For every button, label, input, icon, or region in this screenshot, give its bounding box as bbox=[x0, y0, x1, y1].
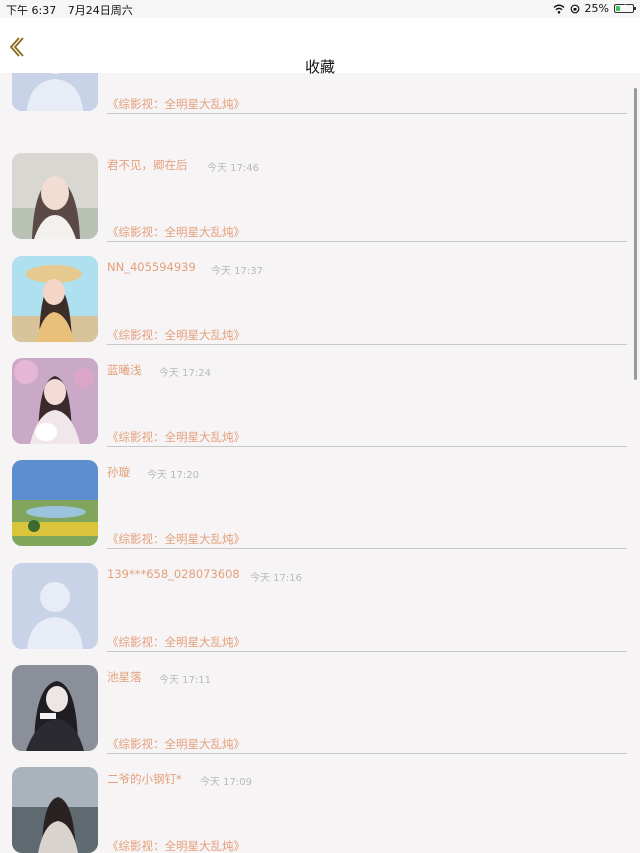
favorite-title[interactable]: 《综影视：全明星大乱炖》 bbox=[107, 736, 245, 752]
user-name[interactable]: 池星落 bbox=[107, 669, 142, 685]
divider bbox=[107, 113, 627, 114]
user-name[interactable]: 君不见，卿在后 bbox=[107, 157, 188, 173]
avatar[interactable] bbox=[12, 256, 98, 342]
battery-fill bbox=[616, 6, 620, 11]
default-avatar-icon bbox=[12, 563, 98, 649]
timestamp: 今天 17:24 bbox=[159, 368, 211, 379]
default-avatar-icon bbox=[12, 73, 98, 111]
avatar[interactable] bbox=[12, 153, 98, 239]
divider bbox=[107, 344, 627, 345]
timestamp: 今天 17:16 bbox=[250, 573, 302, 584]
list-item[interactable]: 池星落 今天 17:11 《综影视：全明星大乱炖》 bbox=[0, 665, 640, 767]
orientation-lock-icon bbox=[570, 4, 579, 13]
user-photo-icon bbox=[12, 460, 98, 546]
favorite-title[interactable]: 《综影视：全明星大乱炖》 bbox=[107, 838, 245, 853]
favorites-list: 《综影视：全明星大乱炖》 君不见，卿在后 今天 17:46 《综影视：全明星大乱… bbox=[0, 73, 640, 853]
status-time: 下午 6:37 bbox=[6, 4, 57, 17]
user-photo-icon bbox=[12, 256, 98, 342]
status-bar: 下午 6:37 7月24日周六 25% ⚡ bbox=[0, 0, 640, 18]
nav-bar: 收藏 bbox=[0, 18, 640, 76]
charging-icon: ⚡ bbox=[621, 3, 628, 13]
list-item[interactable]: 君不见，卿在后 今天 17:46 《综影视：全明星大乱炖》 bbox=[0, 153, 640, 255]
user-photo-icon bbox=[12, 767, 98, 853]
chevron-left-icon bbox=[9, 37, 24, 57]
favorite-title[interactable]: 《综影视：全明星大乱炖》 bbox=[107, 96, 245, 112]
user-name[interactable]: 蓝曦浅 bbox=[107, 362, 142, 378]
divider bbox=[107, 548, 627, 549]
user-photo-icon bbox=[12, 153, 98, 239]
divider bbox=[107, 753, 627, 754]
timestamp: 今天 17:09 bbox=[200, 777, 252, 788]
avatar[interactable] bbox=[12, 665, 98, 751]
divider bbox=[107, 651, 627, 652]
favorite-title[interactable]: 《综影视：全明星大乱炖》 bbox=[107, 327, 245, 343]
status-date: 7月24日周六 bbox=[67, 4, 133, 17]
status-left: 下午 6:37 7月24日周六 bbox=[6, 2, 141, 18]
wifi-icon bbox=[553, 4, 565, 14]
list-item[interactable]: 二爷的小钢钉* 今天 17:09 《综影视：全明星大乱炖》 bbox=[0, 767, 640, 853]
status-right: 25% ⚡ bbox=[553, 2, 636, 15]
timestamp: 今天 17:37 bbox=[211, 266, 263, 277]
favorite-title[interactable]: 《综影视：全明星大乱炖》 bbox=[107, 634, 245, 650]
divider bbox=[107, 446, 627, 447]
avatar[interactable] bbox=[12, 358, 98, 444]
divider bbox=[107, 241, 627, 242]
timestamp: 今天 17:20 bbox=[147, 470, 199, 481]
list-item[interactable]: 孙璇 今天 17:20 《综影视：全明星大乱炖》 bbox=[0, 460, 640, 562]
avatar[interactable] bbox=[12, 563, 98, 649]
favorite-title[interactable]: 《综影视：全明星大乱炖》 bbox=[107, 429, 245, 445]
back-button[interactable] bbox=[8, 36, 28, 58]
user-name[interactable]: 孙璇 bbox=[107, 464, 130, 480]
favorite-title[interactable]: 《综影视：全明星大乱炖》 bbox=[107, 224, 245, 240]
avatar[interactable] bbox=[12, 460, 98, 546]
user-photo-icon bbox=[12, 665, 98, 751]
battery-percent: 25% bbox=[584, 2, 609, 15]
timestamp: 今天 17:46 bbox=[207, 163, 259, 174]
list-item[interactable]: NN_405594939 今天 17:37 《综影视：全明星大乱炖》 bbox=[0, 256, 640, 358]
scrollbar[interactable] bbox=[634, 88, 637, 380]
avatar[interactable] bbox=[12, 767, 98, 853]
list-item[interactable]: 《综影视：全明星大乱炖》 bbox=[0, 73, 640, 127]
list-item[interactable]: 蓝曦浅 今天 17:24 《综影视：全明星大乱炖》 bbox=[0, 358, 640, 460]
timestamp: 今天 17:11 bbox=[159, 675, 211, 686]
list-item[interactable]: 139***658_028073608 今天 17:16 《综影视：全明星大乱炖… bbox=[0, 563, 640, 665]
avatar[interactable] bbox=[12, 73, 98, 111]
user-name[interactable]: 二爷的小钢钉* bbox=[107, 771, 182, 787]
user-name[interactable]: 139***658_028073608 bbox=[107, 567, 240, 581]
user-name[interactable]: NN_405594939 bbox=[107, 260, 196, 274]
battery-icon: ⚡ bbox=[614, 3, 636, 13]
favorite-title[interactable]: 《综影视：全明星大乱炖》 bbox=[107, 531, 245, 547]
user-photo-icon bbox=[12, 358, 98, 444]
